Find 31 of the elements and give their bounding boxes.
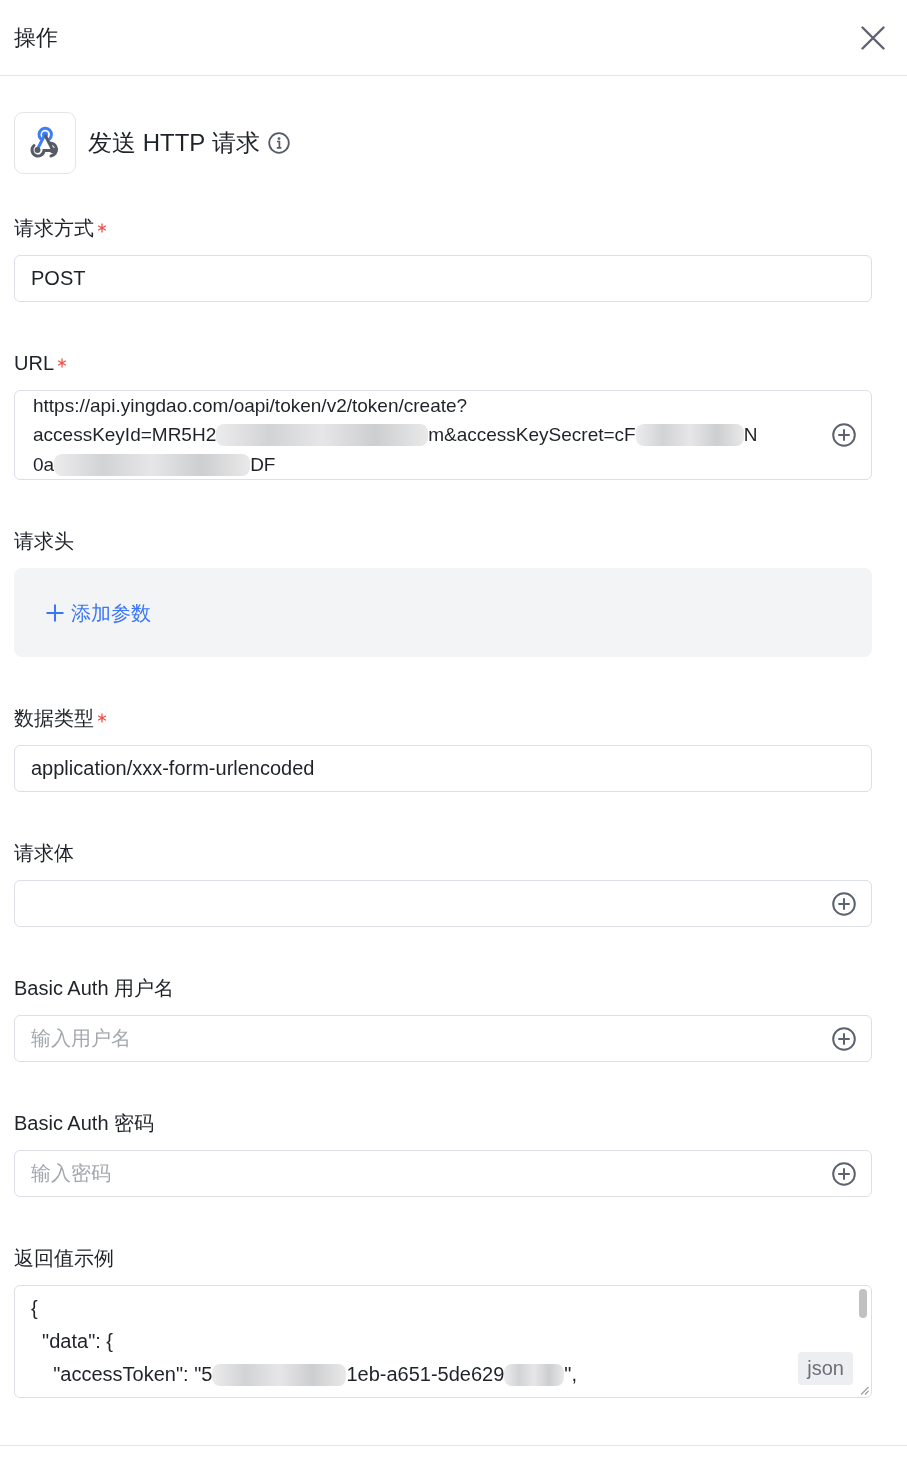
password-field[interactable]: 输入密码: [14, 1150, 872, 1197]
node-title: 发送 HTTP 请求: [88, 128, 260, 158]
redaction-blur: [504, 1363, 565, 1386]
plus-circle-icon[interactable]: [832, 423, 856, 447]
field-label: URL: [14, 351, 54, 376]
add-parameter-button[interactable]: 添加参数: [46, 598, 151, 627]
close-button[interactable]: [861, 25, 885, 50]
panel-title: 操作: [14, 23, 58, 52]
field-label: 请求方式: [14, 216, 94, 241]
field-label: 请求头: [14, 529, 74, 554]
plus-circle-icon[interactable]: [832, 1026, 856, 1051]
resize-handle-icon[interactable]: [860, 1386, 869, 1395]
webhook-icon: [14, 112, 76, 174]
scrollbar-thumb[interactable]: [859, 1289, 867, 1318]
language-badge: json: [798, 1352, 853, 1385]
close-icon: [861, 25, 885, 50]
body-field[interactable]: [14, 880, 872, 927]
field-label: Basic Auth 用户名: [14, 976, 175, 1001]
field-label: 返回值示例: [14, 1246, 114, 1271]
field-label: 请求体: [14, 841, 74, 866]
field-label: 数据类型: [14, 706, 94, 731]
plus-icon: [46, 603, 64, 622]
url-field[interactable]: https://api.yingdao.com/oapi/token/v2/token/create? accessKeyId=MR5H2 m&accessKeySecret=cF N 0a DF: [14, 390, 872, 480]
data-type-field[interactable]: application/xxx-form-urlencoded: [14, 745, 872, 792]
plus-circle-icon[interactable]: [832, 1161, 856, 1186]
method-field[interactable]: POST: [14, 255, 872, 302]
field-label: Basic Auth 密码: [14, 1111, 155, 1136]
info-icon[interactable]: [267, 132, 290, 154]
response-example-field[interactable]: { "data": { "accessToken": "5 1eb-a651-5de629 ", json: [14, 1285, 872, 1398]
username-field[interactable]: 输入用户名: [14, 1015, 872, 1062]
plus-circle-icon[interactable]: [832, 891, 856, 916]
